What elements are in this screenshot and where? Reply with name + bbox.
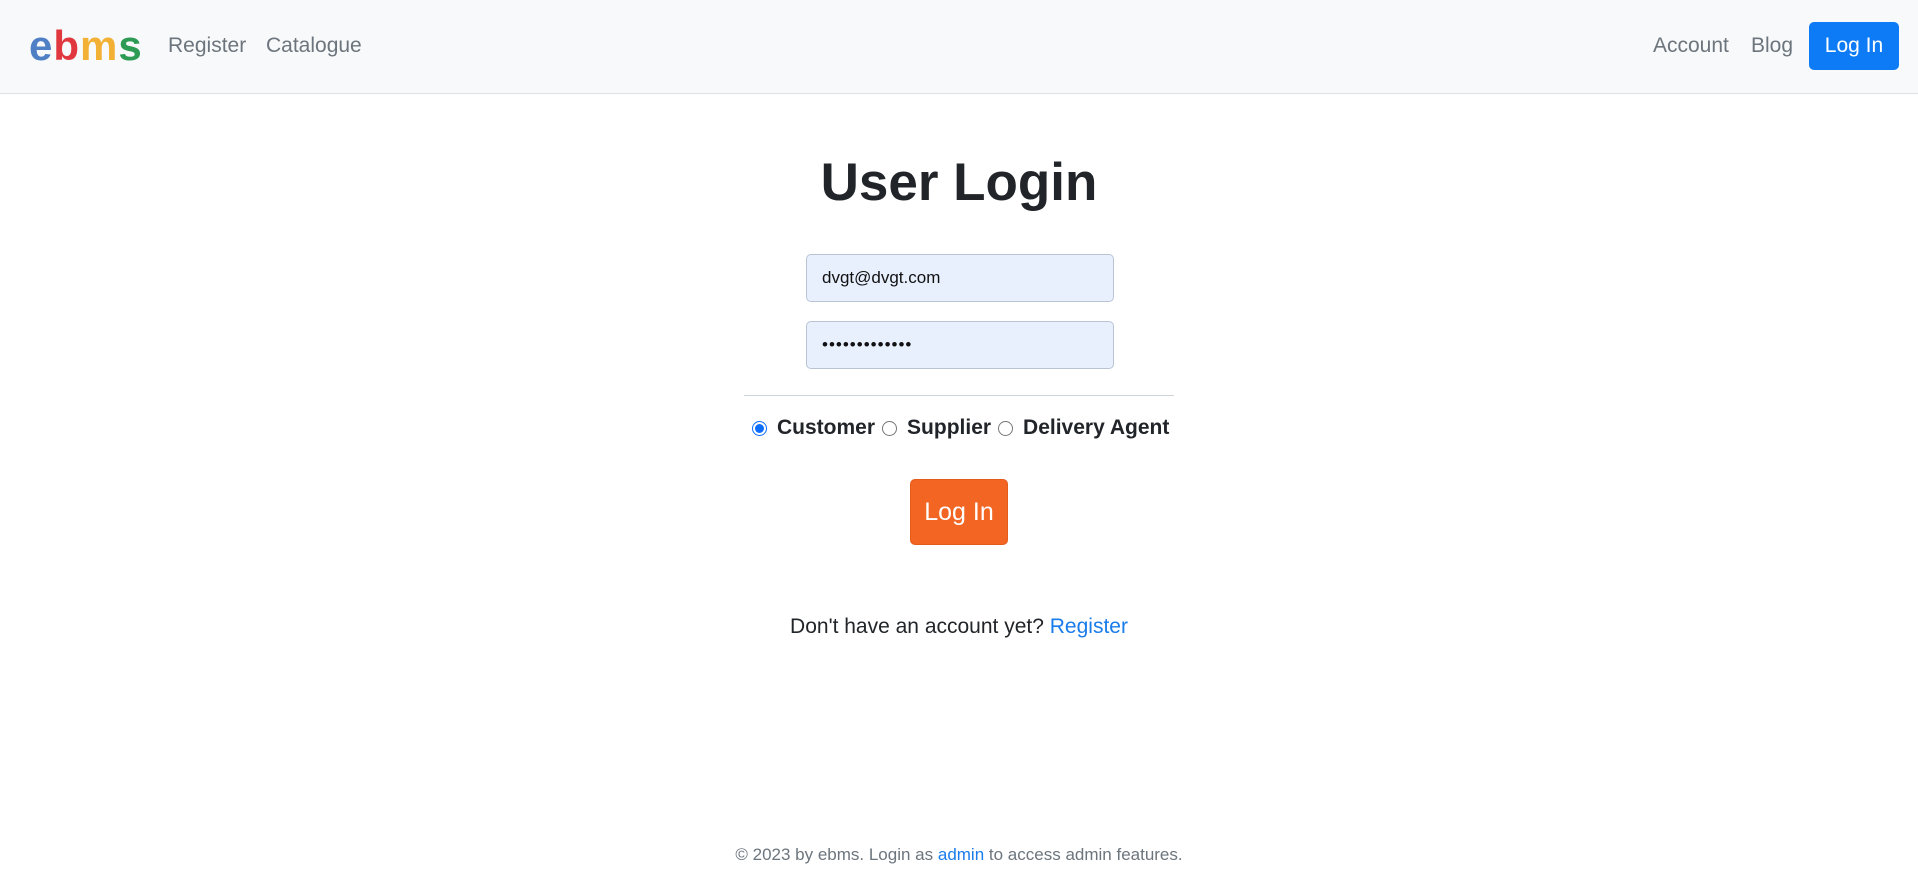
signup-prompt-text: Don't have an account yet? (790, 615, 1044, 638)
brand-letter: s (118, 22, 143, 69)
signup-prompt: Don't have an account yet? Register (0, 612, 1918, 642)
role-radio-group: Customer Supplier Delivery Agent (752, 413, 1176, 443)
brand-letter: e (29, 22, 54, 69)
role-label-customer[interactable]: Customer (777, 416, 875, 440)
footer-prefix: © 2023 by ebms. Login as (735, 845, 934, 864)
role-option-customer: Customer (752, 416, 882, 440)
login-submit-button[interactable]: Log In (910, 479, 1008, 545)
admin-link[interactable]: admin (938, 845, 984, 864)
role-label-supplier[interactable]: Supplier (907, 416, 991, 440)
nav-link-register[interactable]: Register (168, 30, 246, 62)
password-field[interactable] (806, 321, 1114, 369)
nav-link-catalogue[interactable]: Catalogue (266, 30, 362, 62)
radio-delivery-agent[interactable] (998, 420, 1014, 436)
role-option-supplier: Supplier (882, 416, 998, 440)
radio-customer[interactable] (752, 420, 767, 436)
email-field[interactable] (806, 254, 1114, 302)
top-navbar: ebms Register Catalogue Account Blog Log… (0, 0, 1918, 94)
radio-supplier[interactable] (882, 420, 898, 436)
brand-letter: m (80, 22, 119, 69)
nav-link-blog[interactable]: Blog (1751, 30, 1793, 62)
brand-letter: b (53, 22, 81, 69)
page-title: User Login (820, 153, 1098, 212)
page-footer: © 2023 by ebms. Login as admin to access… (0, 843, 1918, 867)
nav-link-account[interactable]: Account (1653, 30, 1729, 62)
nav-login-button[interactable]: Log In (1809, 22, 1899, 70)
footer-suffix: to access admin features. (988, 845, 1183, 864)
role-label-delivery-agent[interactable]: Delivery Agent (1023, 416, 1169, 440)
brand-logo[interactable]: ebms (29, 20, 143, 72)
register-link[interactable]: Register (1050, 615, 1128, 638)
role-option-delivery-agent: Delivery Agent (998, 416, 1176, 440)
form-divider (744, 395, 1174, 396)
